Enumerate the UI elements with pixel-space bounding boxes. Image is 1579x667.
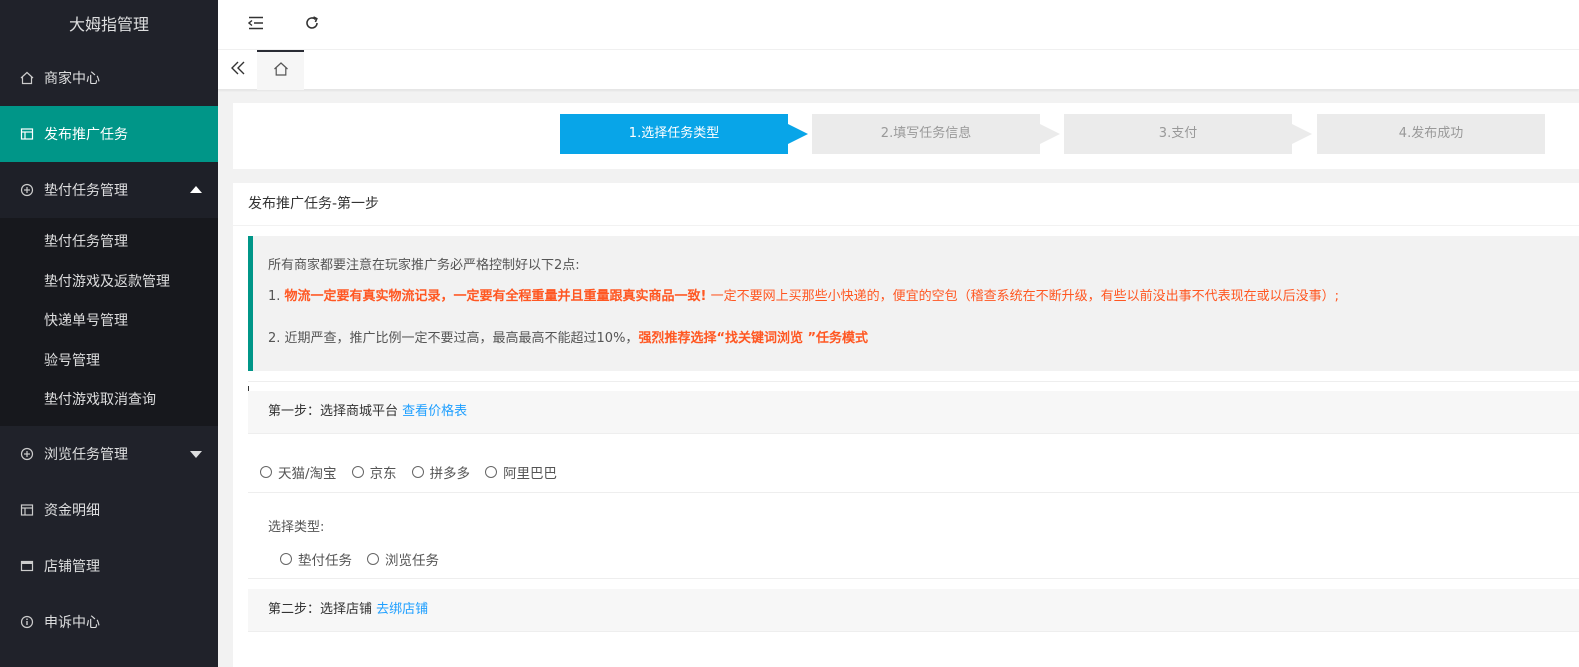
step2-section-header: 第二步：选择店铺 去绑店铺 xyxy=(248,589,1579,631)
double-chevron-left-icon xyxy=(230,60,246,80)
divider xyxy=(248,433,1579,434)
step2-label: 第二步：选择店铺 xyxy=(268,602,373,617)
refresh-button[interactable] xyxy=(287,0,337,50)
sidebar-item-label: 发布推广任务 xyxy=(44,127,128,143)
divider xyxy=(248,492,1579,493)
menu-collapse-icon xyxy=(247,16,264,34)
radio-label: 浏览任务 xyxy=(385,553,439,569)
radio-label: 京东 xyxy=(369,466,397,482)
refresh-icon xyxy=(304,15,320,35)
radio-pinduoduo[interactable]: 拼多多 xyxy=(411,462,471,482)
radio-circle-icon xyxy=(367,553,379,565)
subnav: 垫付任务管理 垫付游戏及返款管理 快递单号管理 验号管理 垫付游戏取消查询 xyxy=(0,218,218,426)
price-table-link[interactable]: 查看价格表 xyxy=(402,404,467,419)
card-title: 发布推广任务-第一步 xyxy=(248,196,380,212)
brand-title: 大姆指管理 xyxy=(68,15,149,34)
notice-1-rest: 一定不要网上买那些小快递的，便宜的空包（稽查系统在不断升级，有些以前没出事不代表… xyxy=(706,289,1339,304)
divider xyxy=(248,631,1579,632)
radio-label: 天猫/淘宝 xyxy=(278,466,337,482)
radio-browse-task[interactable]: 浏览任务 xyxy=(367,549,439,569)
sidebar-item-advance-task-mgmt[interactable]: 垫付任务管理 xyxy=(0,162,218,218)
radio-circle-icon xyxy=(260,466,272,478)
radio-tmall-taobao[interactable]: 天猫/淘宝 xyxy=(260,462,337,482)
subnav-item-advance-game-refund[interactable]: 垫付游戏及返款管理 xyxy=(0,263,218,303)
subnav-item-cancel-query[interactable]: 垫付游戏取消查询 xyxy=(0,381,218,421)
layout-icon xyxy=(20,127,34,141)
notice-1-prefix: 1. xyxy=(268,289,285,304)
step-3-payment: 3.支付 xyxy=(1064,114,1312,154)
sidebar-item-label: 垫付任务管理 xyxy=(44,183,128,199)
sidebar-item-shop-mgmt[interactable]: 店铺管理 xyxy=(0,538,218,594)
sidebar: 大姆指管理 商家中心 发布推广任务 垫付任务管理 垫付任务管理 垫付游戏及返款管… xyxy=(0,0,218,667)
radio-label: 阿里巴巴 xyxy=(503,466,558,482)
notice-line-2: 2. 近期严查，推广比例一定不要过高，最高最高不能超过10%，强烈推荐选择“找关… xyxy=(268,327,868,346)
sidebar-item-publish-task[interactable]: 发布推广任务 xyxy=(0,106,218,162)
caret-up-icon xyxy=(190,186,202,193)
sidebar-item-label: 资金明细 xyxy=(44,502,100,519)
sidebar-item-merchant-center[interactable]: 商家中心 xyxy=(0,50,218,106)
top-header xyxy=(218,0,1579,50)
type-radio-group: 垫付任务 浏览任务 xyxy=(280,549,454,569)
notice-box: 所有商家都要注意在玩家推广务必严格控制好以下2点: 1. 物流一定要有真实物流记… xyxy=(248,236,1579,371)
bind-shop-link[interactable]: 去绑店铺 xyxy=(376,602,428,617)
subnav-item-advance-task-mgmt[interactable]: 垫付任务管理 xyxy=(0,223,218,263)
steps-card: 1.选择任务类型 2.填写任务信息 3.支付 4.发布成功 xyxy=(233,103,1579,169)
menu-collapse-button[interactable] xyxy=(231,0,281,50)
radio-circle-icon xyxy=(351,466,364,478)
radio-advance-task[interactable]: 垫付任务 xyxy=(280,549,352,569)
step-2-fill-info: 2.填写任务信息 xyxy=(812,114,1060,154)
window-icon xyxy=(20,559,34,573)
sidebar-item-browse-task-mgmt[interactable]: 浏览任务管理 xyxy=(0,426,218,482)
step1-label: 第一步：选择商城平台 xyxy=(268,404,399,419)
sidebar-item-label: 申诉中心 xyxy=(44,614,100,631)
divider xyxy=(248,381,1579,382)
sidebar-item-label: 浏览任务管理 xyxy=(44,446,128,463)
layout-icon xyxy=(20,503,34,517)
notice-intro: 所有商家都要注意在玩家推广务必严格控制好以下2点: xyxy=(268,258,580,273)
notice-1-bold: 物流一定要有真实物流记录，一定要有全程重量并且重量跟真实商品一致! xyxy=(284,289,707,304)
tabs-bar xyxy=(218,50,1579,90)
radio-circle-icon xyxy=(411,466,424,478)
main-card: 发布推广任务-第一步 所有商家都要注意在玩家推广务必严格控制好以下2点: 1. … xyxy=(233,183,1579,667)
radio-circle-icon xyxy=(280,553,292,565)
home-icon xyxy=(273,61,289,81)
step1-section-header: 第一步：选择商城平台 查看价格表 xyxy=(248,391,1579,433)
info-icon xyxy=(20,615,34,629)
step-4-success: 4.发布成功 xyxy=(1317,114,1545,154)
notice-2-normal: 2. 近期严查，推广比例一定不要过高，最高最高不能超过10%， xyxy=(268,331,639,346)
add-circle-icon xyxy=(20,447,34,461)
caret-down-icon xyxy=(190,450,202,458)
home-icon xyxy=(20,71,34,85)
notice-2-bold: 强烈推荐选择“找关键词浏览 ”任务模式 xyxy=(638,331,869,346)
radio-alibaba[interactable]: 阿里巴巴 xyxy=(485,462,557,482)
divider xyxy=(233,225,1579,226)
sidebar-item-label: 店铺管理 xyxy=(44,558,100,575)
sidebar-item-appeal-center[interactable]: 申诉中心 xyxy=(0,594,218,650)
radio-circle-icon xyxy=(485,466,498,478)
radio-jd[interactable]: 京东 xyxy=(351,462,397,482)
radio-label: 垫付任务 xyxy=(298,553,352,569)
tabs-prev-button[interactable] xyxy=(218,50,257,90)
add-circle-icon xyxy=(20,183,34,197)
sidebar-item-funds[interactable]: 资金明细 xyxy=(0,482,218,538)
platform-radio-group: 天猫/淘宝 京东 拼多多 阿里巴巴 xyxy=(260,462,572,482)
radio-label: 拼多多 xyxy=(429,466,471,482)
type-select-label: 选择类型: xyxy=(268,520,325,535)
subnav-item-account-verify[interactable]: 验号管理 xyxy=(0,342,218,382)
tab-home[interactable] xyxy=(257,50,304,90)
subnav-item-tracking-number[interactable]: 快递单号管理 xyxy=(0,302,218,342)
step-1-select-type: 1.选择任务类型 xyxy=(560,114,808,154)
sidebar-item-label: 商家中心 xyxy=(44,71,100,87)
divider xyxy=(248,578,1579,579)
notice-line-1: 1. 物流一定要有真实物流记录，一定要有全程重量并且重量跟真实商品一致! 一定不… xyxy=(268,285,1339,304)
